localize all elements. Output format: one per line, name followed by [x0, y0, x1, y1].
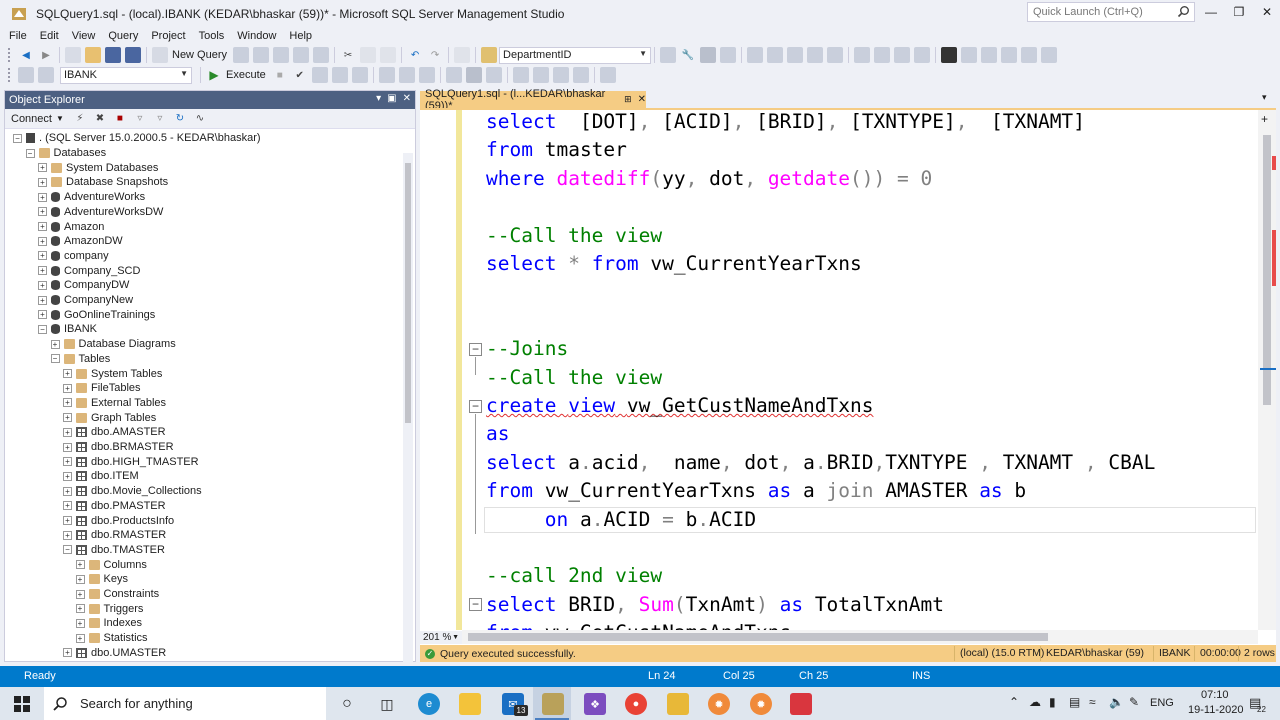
status-column: Col 25: [723, 670, 755, 682]
collapse-region-icon[interactable]: −: [469, 598, 482, 611]
network-icon[interactable]: ▤: [1069, 695, 1080, 709]
scrollbar-thumb[interactable]: [468, 633, 1048, 641]
tree-node-label: Statistics: [103, 632, 148, 645]
code-line[interactable]: select a.acid, name, dot, a.BRID,TXNTYPE…: [486, 449, 1155, 477]
success-check-icon: ✓: [425, 648, 435, 659]
table-icon: [76, 647, 87, 658]
folder-icon: [88, 633, 100, 644]
status-bar: Ready Ln 24 Col 25 Ch 25 INS: [0, 666, 1280, 687]
mail-badge: 13: [514, 705, 528, 716]
task-view-icon[interactable]: ◫: [376, 693, 398, 715]
editor-horizontal-scrollbar[interactable]: [462, 630, 1258, 644]
expand-icon[interactable]: +: [63, 648, 72, 658]
tree-node[interactable]: + Statistics: [75, 631, 148, 646]
windows-taskbar: Search for anything ○ ◫ e ✉ 13 ❖ ● ✹ ✹ ⌃…: [0, 687, 1280, 720]
login-user: KEDAR\bhaskar (59): [1040, 646, 1144, 661]
zoom-value: 201 %: [423, 632, 452, 643]
taskbar-search-placeholder: Search for anything: [80, 696, 193, 711]
code-line[interactable]: from tmaster: [486, 136, 627, 164]
notification-count: 22: [1257, 705, 1266, 714]
clock-time[interactable]: 07:10: [1201, 689, 1229, 701]
tree-node-label: dbo.UMASTER: [91, 646, 167, 659]
code-line[interactable]: select [DOT], [ACID], [BRID], [TXNTYPE],…: [486, 108, 1085, 136]
server-version: (local) (15.0 RTM): [954, 646, 1044, 661]
clock-date[interactable]: 19-11-2020: [1188, 704, 1243, 716]
visual-studio-icon[interactable]: ❖: [584, 693, 606, 715]
status-ready: Ready: [24, 670, 56, 682]
code-line[interactable]: where datediff(yy, dot, getdate()) = 0: [486, 165, 932, 193]
status-line: Ln 24: [648, 670, 676, 682]
windows-logo-icon: [14, 695, 30, 712]
caret-position-marker: [1260, 368, 1276, 370]
collapse-region-icon[interactable]: −: [469, 400, 482, 413]
status-char: Ch 25: [799, 670, 829, 682]
code-line[interactable]: --call 2nd view: [486, 562, 662, 590]
zoom-combo[interactable]: 201 % ▼: [420, 631, 462, 644]
pdf-reader-icon[interactable]: [790, 693, 812, 715]
snagit-editor-icon[interactable]: ✹: [750, 693, 772, 715]
file-explorer-icon[interactable]: [459, 693, 481, 715]
chrome-icon[interactable]: ●: [625, 693, 647, 715]
show-hidden-icons-chevron-icon[interactable]: ⌃: [1009, 695, 1019, 709]
current-database: IBANK: [1153, 646, 1191, 661]
error-marker: [1272, 230, 1276, 286]
start-button[interactable]: [0, 687, 44, 720]
code-area[interactable]: select [DOT], [ACID], [BRID], [TXNTYPE],…: [0, 0, 1258, 630]
code-line[interactable]: select * from vw_CurrentYearTxns: [486, 250, 862, 278]
code-line[interactable]: select BRID, Sum(TxnAmt) as TotalTxnAmt: [486, 591, 944, 619]
system-tray: ⌃ ☁ ▮ ▤ ≈ 🔈 ✎ ENG 07:10 19-11-2020 ▤ 22: [1005, 687, 1280, 720]
expand-icon[interactable]: +: [75, 633, 85, 643]
code-line[interactable]: --Call the view: [486, 364, 662, 392]
code-line[interactable]: as: [486, 420, 509, 448]
error-marker: [1272, 156, 1276, 170]
taskbar-search-box[interactable]: Search for anything: [44, 687, 326, 720]
code-line[interactable]: --Joins: [486, 335, 568, 363]
status-insert-mode: INS: [912, 670, 931, 682]
folder-icon[interactable]: [667, 693, 689, 715]
elapsed-time: 00:00:00: [1194, 646, 1241, 661]
language-indicator[interactable]: ENG: [1150, 697, 1174, 709]
editor-vertical-scrollbar[interactable]: +: [1258, 110, 1276, 630]
code-line[interactable]: create view vw_GetCustNameAndTxns: [486, 392, 873, 420]
wifi-icon[interactable]: ≈: [1089, 695, 1096, 709]
pen-icon[interactable]: ✎: [1129, 695, 1139, 709]
row-count: 2 rows: [1238, 646, 1275, 661]
scrollbar-thumb[interactable]: [1263, 135, 1271, 405]
code-line[interactable]: on a.ACID = b.ACID: [486, 506, 756, 534]
onedrive-cloud-icon[interactable]: ☁: [1029, 695, 1041, 709]
snagit-icon[interactable]: ✹: [708, 693, 730, 715]
split-icon[interactable]: +: [1261, 112, 1268, 126]
cortana-icon[interactable]: ○: [336, 693, 358, 715]
collapse-region-icon[interactable]: −: [469, 343, 482, 356]
code-line[interactable]: --Call the view: [486, 222, 662, 250]
volume-icon[interactable]: 🔈: [1109, 695, 1124, 709]
code-line[interactable]: from vw_CurrentYearTxns as a join AMASTE…: [486, 477, 1026, 505]
query-status-bar: ✓ Query executed successfully. (local) (…: [420, 645, 1276, 662]
tab-overflow-icon[interactable]: ▾: [1262, 92, 1267, 103]
code-line[interactable]: from vw_GetCustNameAndTxns: [486, 619, 791, 630]
tree-node[interactable]: + dbo.UMASTER: [63, 646, 166, 661]
edge-browser-icon[interactable]: e: [418, 693, 440, 715]
query-status-message: Query executed successfully.: [440, 647, 576, 660]
ssms-taskbar-icon[interactable]: [542, 693, 564, 715]
search-icon: [53, 696, 67, 711]
chevron-down-icon: ▼: [452, 634, 459, 641]
battery-icon[interactable]: ▮: [1049, 695, 1056, 709]
